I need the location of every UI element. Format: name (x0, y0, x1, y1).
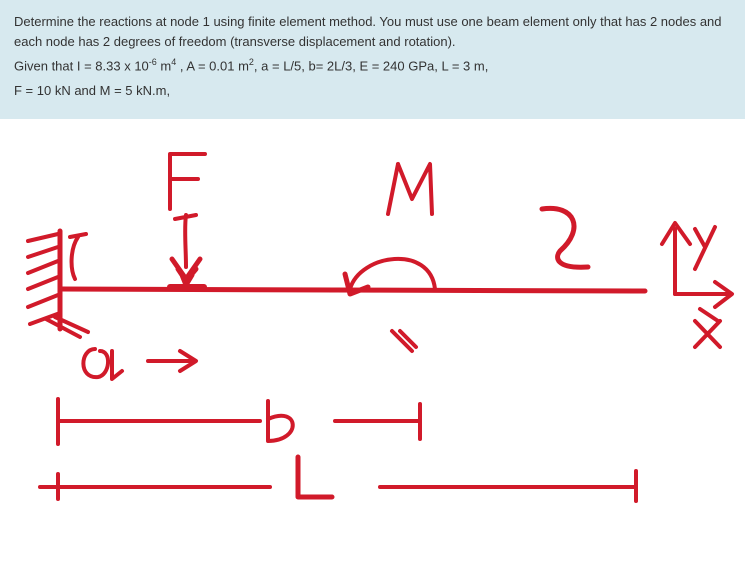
label-y-glyph (695, 227, 715, 269)
problem-line1: Determine the reactions at node 1 using … (14, 12, 731, 52)
problem-line2: Given that I = 8.33 x 10-6 m4 , A = 0.01… (14, 56, 731, 76)
support-hatching (28, 234, 60, 324)
label-L-glyph (298, 457, 332, 497)
force-arrow-top (175, 215, 196, 219)
label-b-glyph (268, 401, 293, 441)
label-F-glyph (170, 154, 205, 209)
problem-line3: F = 10 kN and M = 5 kN.m, (14, 81, 731, 101)
dim-a-arrow (148, 351, 196, 371)
axis-tail (700, 309, 718, 321)
support-base-cross (46, 317, 88, 337)
label-a-glyph (83, 349, 122, 379)
force-arrow-shaft (185, 215, 186, 267)
moment-mark (392, 331, 416, 351)
sketch-svg (0, 119, 745, 507)
label-x-glyph (695, 321, 720, 347)
sketch-area (0, 119, 745, 507)
beam-line (60, 289, 645, 291)
label-M-glyph (388, 164, 432, 214)
label-two-glyph (542, 208, 588, 267)
problem-statement-box: Determine the reactions at node 1 using … (0, 0, 745, 119)
label-one-glyph (70, 234, 86, 279)
moment-arc (350, 259, 435, 289)
